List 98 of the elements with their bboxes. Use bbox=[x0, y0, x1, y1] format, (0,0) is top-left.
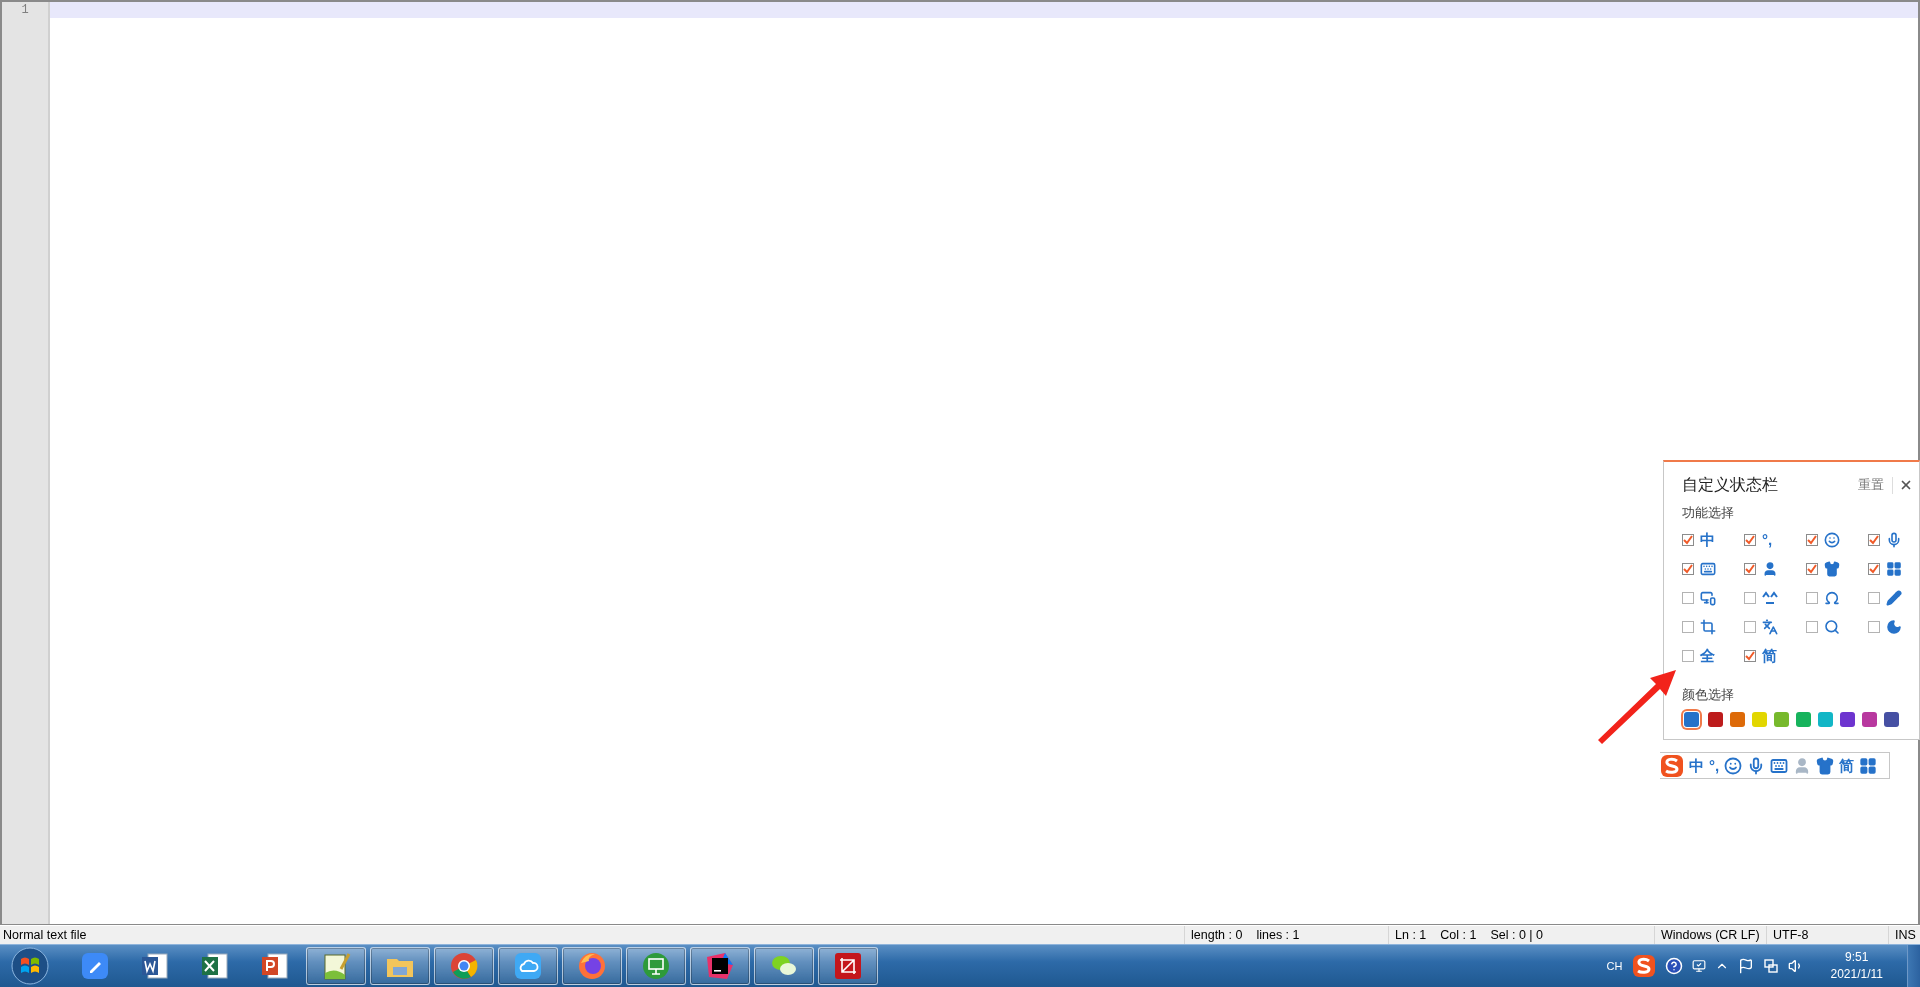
status-text: lines : 1 bbox=[1256, 928, 1300, 942]
reset-button[interactable]: 重置 bbox=[1858, 476, 1893, 494]
flag-icon[interactable] bbox=[1737, 958, 1754, 974]
color-swatch[interactable] bbox=[1708, 712, 1723, 727]
checkbox[interactable] bbox=[1806, 591, 1818, 604]
shirt-icon bbox=[1816, 756, 1835, 775]
taskbar-button[interactable] bbox=[498, 947, 558, 985]
checkbox[interactable] bbox=[1682, 533, 1694, 546]
display-icon[interactable] bbox=[1691, 959, 1706, 973]
checkbox[interactable] bbox=[1744, 533, 1756, 546]
checkbox[interactable] bbox=[1682, 620, 1694, 633]
checkbox[interactable] bbox=[1682, 591, 1694, 604]
color-swatch[interactable] bbox=[1684, 712, 1699, 727]
feature-glyph: 中 bbox=[1689, 757, 1704, 774]
person-icon bbox=[1762, 560, 1778, 577]
checkbox[interactable] bbox=[1868, 591, 1880, 604]
section-label: 功能选择 bbox=[1682, 505, 1735, 522]
sogou-logo-icon[interactable] bbox=[1660, 753, 1684, 778]
taskbar-button[interactable] bbox=[434, 947, 494, 985]
color-swatch[interactable] bbox=[1774, 712, 1789, 727]
checkbox[interactable] bbox=[1868, 620, 1880, 633]
taskbar-button[interactable] bbox=[562, 947, 622, 985]
feature-glyph: 简 bbox=[1762, 647, 1777, 664]
grid-icon bbox=[1859, 756, 1878, 775]
presentation-app-icon[interactable] bbox=[641, 951, 671, 981]
devices-icon bbox=[1700, 589, 1716, 606]
color-swatch[interactable] bbox=[1752, 712, 1767, 727]
status-text: Col : 1 bbox=[1440, 928, 1477, 942]
browser-app-icon[interactable] bbox=[449, 951, 479, 981]
checkbox[interactable] bbox=[1806, 620, 1818, 633]
translate-icon bbox=[1762, 618, 1778, 635]
fox-browser-app-icon[interactable] bbox=[577, 951, 607, 981]
color-swatch[interactable] bbox=[1884, 712, 1899, 727]
pen-app-icon[interactable] bbox=[80, 951, 110, 981]
start-button[interactable] bbox=[10, 946, 50, 986]
sogou-logo-icon[interactable] bbox=[1631, 954, 1656, 978]
feature-glyph: 全 bbox=[1700, 647, 1715, 664]
taskbar-button[interactable] bbox=[626, 947, 686, 985]
smiley-icon bbox=[1724, 756, 1743, 775]
spreadsheet-app-icon[interactable] bbox=[200, 951, 230, 981]
status-text: INS bbox=[1895, 928, 1916, 942]
status-text: Sel : 0 | 0 bbox=[1490, 928, 1543, 942]
shirt-icon bbox=[1824, 560, 1840, 577]
checkbox[interactable] bbox=[1744, 649, 1756, 662]
crop-app-icon[interactable] bbox=[833, 951, 863, 981]
search-icon bbox=[1824, 618, 1840, 635]
pen-icon bbox=[1886, 589, 1902, 606]
status-text: Normal text file bbox=[3, 928, 87, 942]
cloud-app-icon[interactable] bbox=[513, 951, 543, 981]
color-swatch[interactable] bbox=[1862, 712, 1877, 727]
line-number: 1 bbox=[20, 2, 30, 18]
status-text: Ln : 1 bbox=[1395, 928, 1427, 942]
taskbar-button[interactable] bbox=[306, 947, 366, 985]
checkbox[interactable] bbox=[1868, 562, 1880, 575]
slides-app-icon[interactable] bbox=[260, 951, 290, 981]
smiley-icon bbox=[1824, 531, 1840, 548]
crop-icon bbox=[1700, 618, 1716, 635]
taskbar-button[interactable] bbox=[370, 947, 430, 985]
checkbox[interactable] bbox=[1682, 649, 1694, 662]
taskbar-button[interactable] bbox=[818, 947, 878, 985]
status-text: UTF-8 bbox=[1773, 928, 1809, 942]
keyboard-icon bbox=[1700, 560, 1716, 577]
status-text: length : 0 bbox=[1191, 928, 1243, 942]
grid-icon bbox=[1886, 560, 1902, 577]
color-swatch[interactable] bbox=[1796, 712, 1811, 727]
feature-glyph: °, bbox=[1762, 531, 1773, 548]
panel-title: 自定义状态栏 bbox=[1682, 474, 1778, 495]
color-swatch[interactable] bbox=[1840, 712, 1855, 727]
checkbox[interactable] bbox=[1806, 533, 1818, 546]
status-text: Windows (CR LF) bbox=[1661, 928, 1760, 942]
language-indicator[interactable]: CH bbox=[1606, 960, 1623, 972]
notepad-app-icon[interactable] bbox=[321, 951, 351, 981]
close-icon bbox=[1899, 478, 1913, 492]
ide-app-icon[interactable] bbox=[705, 951, 735, 981]
omega-icon bbox=[1824, 589, 1840, 606]
checkbox[interactable] bbox=[1682, 562, 1694, 575]
network-icon[interactable] bbox=[1762, 958, 1779, 974]
taskbar-button[interactable] bbox=[690, 947, 750, 985]
feature-glyph: °, bbox=[1709, 757, 1720, 774]
keyboard-icon bbox=[1770, 756, 1789, 775]
moon-icon bbox=[1886, 618, 1902, 635]
feature-glyph: 简 bbox=[1839, 757, 1855, 774]
emoticon-icon bbox=[1762, 589, 1778, 606]
show-desktop-button[interactable] bbox=[1907, 945, 1920, 987]
color-swatch[interactable] bbox=[1730, 712, 1745, 727]
document-app-icon[interactable] bbox=[140, 951, 170, 981]
taskbar-button[interactable] bbox=[754, 947, 814, 985]
section-label: 颜色选择 bbox=[1682, 687, 1735, 704]
help-icon[interactable] bbox=[1664, 957, 1683, 975]
color-swatch[interactable] bbox=[1818, 712, 1833, 727]
checkbox[interactable] bbox=[1868, 533, 1880, 546]
clock[interactable]: 9:51 2021/1/11 bbox=[1830, 949, 1883, 983]
checkbox[interactable] bbox=[1744, 591, 1756, 604]
microphone-icon bbox=[1886, 531, 1902, 548]
feature-glyph: 中 bbox=[1700, 531, 1715, 548]
checkbox[interactable] bbox=[1806, 562, 1818, 575]
checkbox[interactable] bbox=[1744, 562, 1756, 575]
checkbox[interactable] bbox=[1744, 620, 1756, 633]
